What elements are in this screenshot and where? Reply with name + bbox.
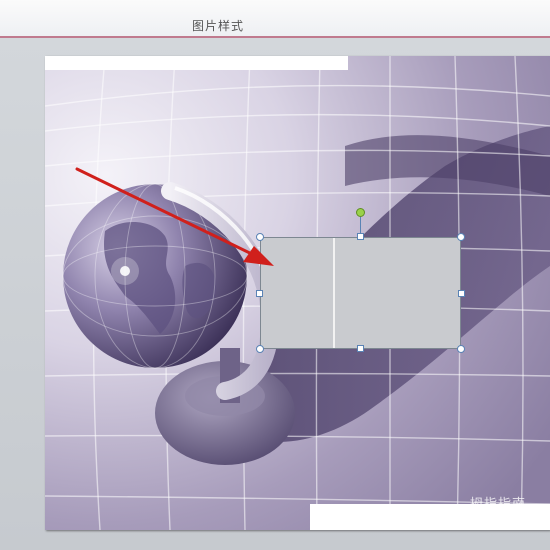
slide-canvas[interactable]: 拇指指南 xyxy=(45,56,550,530)
resize-handle-left[interactable] xyxy=(256,290,263,297)
rotate-handle-icon[interactable] xyxy=(356,208,365,217)
resize-handle-bottom-right[interactable] xyxy=(457,345,465,353)
resize-handle-right[interactable] xyxy=(458,290,465,297)
resize-handle-top-right[interactable] xyxy=(457,233,465,241)
resize-handle-top-left[interactable] xyxy=(256,233,264,241)
placeholder-divider xyxy=(333,238,335,348)
tab-picture-styles[interactable]: 图片样式 xyxy=(192,17,244,34)
resize-handle-bottom-left[interactable] xyxy=(256,345,264,353)
powerpoint-window: 图片样式 拇指指南 xyxy=(0,0,550,550)
watermark-text: 拇指指南 xyxy=(469,497,526,512)
resize-handle-top[interactable] xyxy=(357,233,364,240)
ribbon-bar: 图片样式 xyxy=(0,0,550,36)
picture-placeholder[interactable] xyxy=(260,237,461,349)
ribbon-divider xyxy=(0,36,550,38)
resize-handle-bottom[interactable] xyxy=(357,345,364,352)
